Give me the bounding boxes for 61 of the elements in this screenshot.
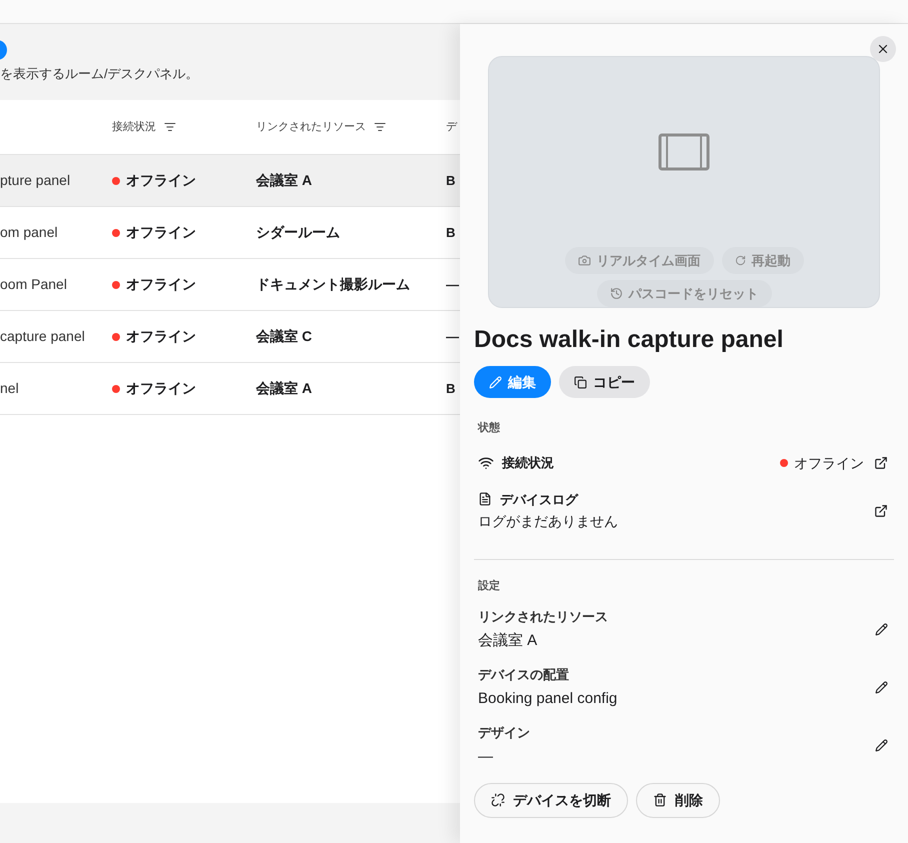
edit-button[interactable]: 編集 bbox=[474, 366, 551, 398]
description: を表示するルーム/デスクパネル。 bbox=[0, 65, 200, 83]
delete-button[interactable]: 削除 bbox=[636, 782, 720, 818]
table-cell-text: オフライン bbox=[126, 275, 196, 294]
table-cell: capture panel bbox=[0, 328, 85, 344]
copy-icon bbox=[574, 376, 587, 388]
close-button[interactable] bbox=[870, 36, 896, 62]
log-label: デバイスログ bbox=[500, 490, 578, 508]
wifi-icon bbox=[478, 455, 494, 471]
disconnect-button[interactable]: デバイスを切断 bbox=[474, 782, 628, 818]
table-cell: 会議室 A bbox=[256, 172, 312, 188]
copy-button[interactable]: コピー bbox=[559, 366, 650, 398]
pencil-icon bbox=[489, 376, 502, 388]
section-heading: 状態 bbox=[478, 420, 501, 436]
column-header: 接続状況 bbox=[112, 120, 156, 135]
camera-icon bbox=[578, 254, 590, 267]
table-row[interactable]: pture panel オフライン 会議室 A B bbox=[0, 155, 460, 207]
table-cell: シダールーム bbox=[256, 224, 340, 240]
connection-status: オフライン bbox=[794, 454, 864, 472]
setting-label: デバイスの配置 bbox=[478, 666, 570, 684]
setting-value: — bbox=[478, 747, 494, 767]
close-icon bbox=[876, 42, 890, 56]
external-link-icon[interactable] bbox=[874, 456, 888, 470]
table-cell: pture panel bbox=[0, 172, 70, 188]
table-cell: 会議室 A bbox=[256, 380, 312, 396]
table-cell: nel bbox=[0, 380, 19, 396]
table-cell: B bbox=[446, 225, 456, 240]
restart-icon bbox=[734, 255, 746, 266]
tablet-icon bbox=[658, 133, 710, 171]
pencil-icon[interactable] bbox=[875, 623, 888, 636]
log-value: ログがまだありません bbox=[478, 512, 619, 531]
reset-icon bbox=[610, 287, 622, 300]
setting-value: 会議室 A bbox=[478, 631, 538, 651]
table-cell: — bbox=[446, 277, 459, 292]
column-header: リンクされたリソース bbox=[256, 120, 366, 135]
section-heading: 設定 bbox=[478, 578, 501, 594]
external-link-icon[interactable] bbox=[874, 504, 888, 518]
device-title: Docs walk-in capture panel bbox=[474, 325, 784, 355]
unlink-icon bbox=[491, 793, 505, 807]
connection-label: 接続状況 bbox=[502, 454, 554, 472]
filter-icon[interactable] bbox=[374, 121, 386, 133]
table-cell-text: オフライン bbox=[126, 379, 196, 398]
table-cell: B bbox=[446, 381, 456, 396]
pencil-icon[interactable] bbox=[875, 681, 888, 694]
table-cell: 会議室 C bbox=[256, 328, 312, 344]
filter-icon[interactable] bbox=[164, 121, 176, 133]
table-cell: — bbox=[446, 329, 459, 344]
setting-label: リンクされたリソース bbox=[478, 608, 609, 626]
table-cell-text: オフライン bbox=[126, 171, 196, 190]
table-cell: oom Panel bbox=[0, 276, 67, 292]
document-icon bbox=[478, 492, 492, 506]
table-cell-text: オフライン bbox=[126, 223, 196, 242]
pencil-icon[interactable] bbox=[875, 739, 888, 752]
setting-label: デザイン bbox=[478, 724, 531, 742]
setting-value: Booking panel config bbox=[478, 689, 618, 709]
trash-icon bbox=[653, 793, 667, 807]
table-cell-text: オフライン bbox=[126, 327, 196, 346]
table-cell: om panel bbox=[0, 224, 58, 240]
column-header: デ bbox=[446, 120, 457, 133]
table-cell: B bbox=[446, 173, 456, 188]
table-cell: ドキュメント撮影ルーム bbox=[256, 276, 410, 292]
